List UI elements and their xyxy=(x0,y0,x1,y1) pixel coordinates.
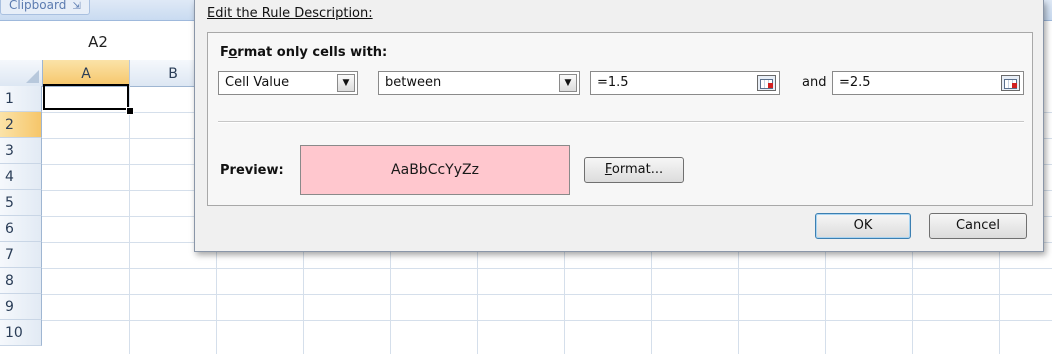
cancel-button[interactable]: Cancel xyxy=(929,213,1027,239)
max-value-field[interactable]: =2.5 xyxy=(832,71,1024,95)
and-label: and xyxy=(802,75,827,90)
row-header-10[interactable]: 10 xyxy=(0,320,42,346)
select-all-corner[interactable] xyxy=(0,60,43,87)
gridline xyxy=(42,294,1052,295)
name-box[interactable]: A2 xyxy=(0,24,196,61)
row-header-4[interactable]: 4 xyxy=(0,164,42,190)
rule-description-label: Edit the Rule Description: xyxy=(207,6,373,21)
gridline xyxy=(129,86,130,354)
fill-handle[interactable] xyxy=(126,107,134,115)
preview-label: Preview: xyxy=(220,163,284,178)
active-cell[interactable] xyxy=(43,84,129,110)
separator xyxy=(218,121,1024,123)
row-header-3[interactable]: 3 xyxy=(0,138,42,164)
rule-description-box: Format only cells with: Cell Value ▼ bet… xyxy=(207,32,1033,206)
gridline xyxy=(42,320,1052,321)
clipboard-label: Clipboard xyxy=(9,0,67,12)
row-header-5[interactable]: 5 xyxy=(0,190,42,216)
format-only-label: Format only cells with: xyxy=(220,45,388,60)
gridline xyxy=(42,268,1052,269)
dialog-launcher-icon[interactable]: ⇲ xyxy=(72,1,80,12)
row-header-7[interactable]: 7 xyxy=(0,242,42,268)
dropdown-arrow-icon[interactable]: ▼ xyxy=(559,74,577,92)
row-header-9[interactable]: 9 xyxy=(0,294,42,320)
condition-type-select[interactable]: Cell Value ▼ xyxy=(218,71,358,95)
row-header-6[interactable]: 6 xyxy=(0,216,42,242)
max-value-text: =2.5 xyxy=(839,75,871,90)
operator-select[interactable]: between ▼ xyxy=(378,71,580,95)
row-header-2[interactable]: 2 xyxy=(0,112,42,138)
format-button[interactable]: Format... xyxy=(584,157,684,183)
dropdown-arrow-icon[interactable]: ▼ xyxy=(337,74,355,92)
preview-box: AaBbCcYyZz xyxy=(300,145,570,195)
min-value-text: =1.5 xyxy=(597,75,629,90)
edit-formatting-rule-dialog: Edit the Rule Description: Format only c… xyxy=(194,0,1044,252)
min-value-field[interactable]: =1.5 xyxy=(590,71,780,95)
condition-type-value: Cell Value xyxy=(225,75,290,90)
row-header-1[interactable]: 1 xyxy=(0,86,42,112)
clipboard-group[interactable]: Clipboard ⇲ xyxy=(0,0,90,15)
collapse-dialog-icon[interactable] xyxy=(1001,75,1020,91)
column-header-a[interactable]: A xyxy=(43,60,130,87)
operator-value: between xyxy=(385,75,442,90)
ok-button[interactable]: OK xyxy=(815,213,911,239)
collapse-dialog-icon[interactable] xyxy=(757,75,776,91)
row-header-8[interactable]: 8 xyxy=(0,268,42,294)
